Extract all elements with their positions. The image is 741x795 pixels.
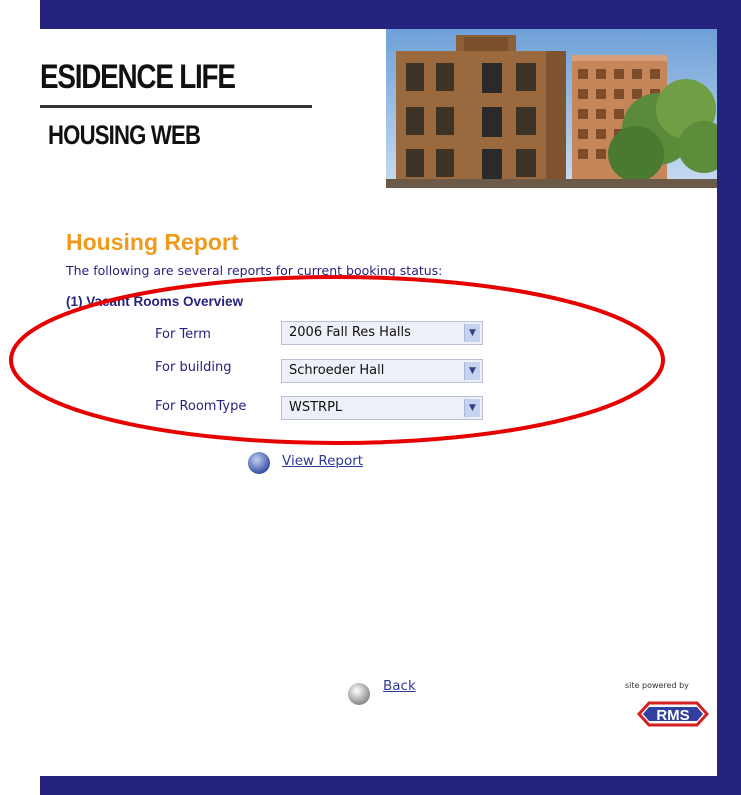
section-vacant-rooms-overview: (1) Vacant Rooms Overview xyxy=(66,294,244,309)
building-select-value: Schroeder Hall xyxy=(289,363,385,378)
view-report-link[interactable]: View Report xyxy=(282,453,363,469)
rms-logo: RMS xyxy=(636,697,710,735)
powered-by-text: site powered by xyxy=(625,681,689,690)
header-building-photo xyxy=(386,29,717,188)
brand-divider xyxy=(40,105,312,108)
chevron-down-icon[interactable]: ▼ xyxy=(464,324,480,342)
term-select-value: 2006 Fall Res Halls xyxy=(289,325,411,340)
top-frame-bar xyxy=(40,0,741,29)
report-description: The following are several reports for cu… xyxy=(66,263,443,278)
roomtype-select[interactable]: WSTRPL ▼ xyxy=(281,396,483,420)
term-label: For Term xyxy=(155,327,211,342)
chevron-down-icon[interactable]: ▼ xyxy=(464,399,480,417)
right-frame-bar xyxy=(717,0,741,795)
roomtype-label: For RoomType xyxy=(155,399,247,414)
back-link[interactable]: Back xyxy=(383,678,416,694)
building-label: For building xyxy=(155,360,232,375)
chevron-down-icon[interactable]: ▼ xyxy=(464,362,480,380)
back-icon[interactable] xyxy=(348,683,370,705)
bottom-frame-bar xyxy=(40,776,741,795)
rms-logo-text: RMS xyxy=(656,707,689,724)
term-select[interactable]: 2006 Fall Res Halls ▼ xyxy=(281,321,483,345)
report-title: Housing Report xyxy=(66,229,239,255)
view-report-icon[interactable] xyxy=(248,452,270,474)
building-select[interactable]: Schroeder Hall ▼ xyxy=(281,359,483,383)
brand-residence-life: ESIDENCE LIFE xyxy=(40,58,236,96)
roomtype-select-value: WSTRPL xyxy=(289,400,343,415)
brand-housing-web: HOUSING WEB xyxy=(48,120,201,150)
